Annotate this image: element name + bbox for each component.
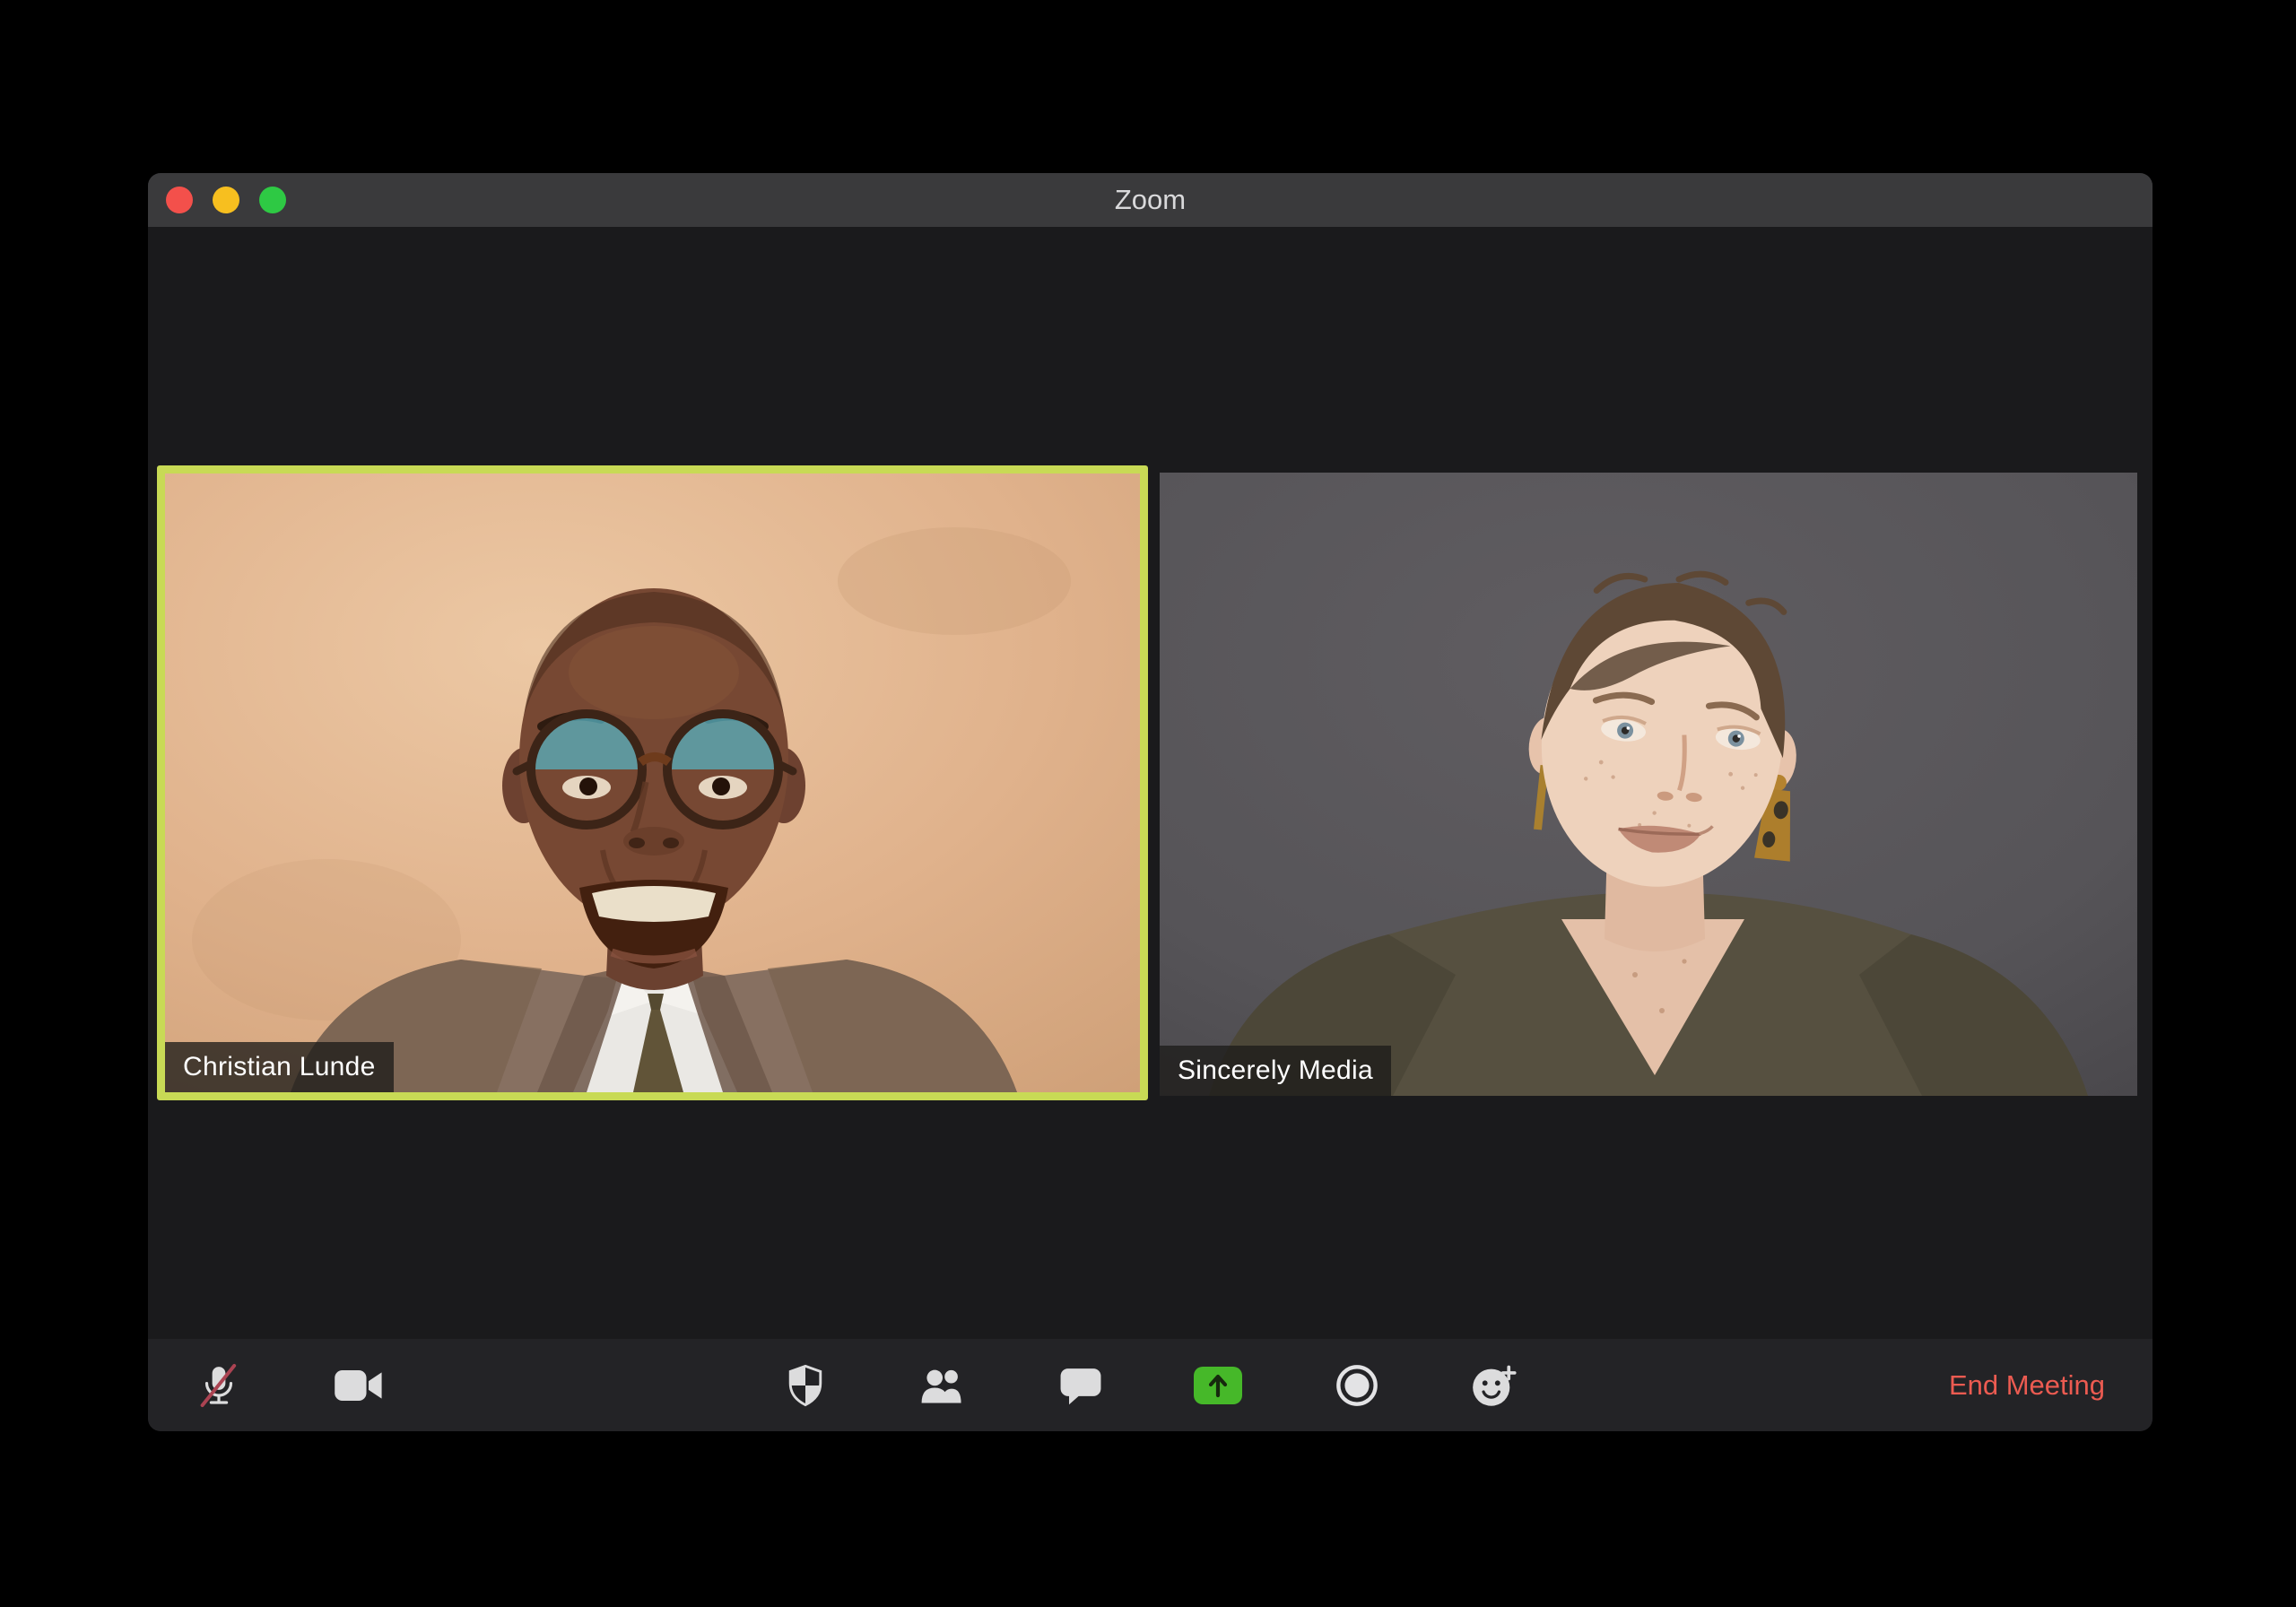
desktop: Zoom Christian Lunde Sincerely Media End… bbox=[0, 0, 2296, 1607]
share-screen-button[interactable] bbox=[1194, 1366, 1242, 1404]
window-title: Zoom bbox=[1114, 184, 1187, 215]
participant-name-label: Sincerely Media bbox=[1160, 1046, 1391, 1096]
zoom-window: Zoom Christian Lunde Sincerely Media End… bbox=[148, 173, 2152, 1431]
video-feed-man-portrait bbox=[165, 473, 1140, 1092]
record-button[interactable] bbox=[1335, 1363, 1379, 1408]
close-window-button[interactable] bbox=[166, 187, 193, 213]
participants-button[interactable] bbox=[919, 1366, 968, 1405]
end-meeting-button[interactable]: End Meeting bbox=[1949, 1369, 2105, 1402]
video-button[interactable] bbox=[334, 1368, 384, 1403]
video-tile-christian-lunde[interactable]: Christian Lunde bbox=[157, 465, 1148, 1100]
smiley-plus-icon bbox=[1473, 1365, 1517, 1406]
video-feed-woman-portrait bbox=[1160, 473, 2137, 1096]
participant-name-label: Christian Lunde bbox=[165, 1042, 394, 1092]
window-titlebar[interactable]: Zoom bbox=[148, 173, 2152, 227]
video-camera-icon bbox=[335, 1369, 382, 1401]
fullscreen-window-button[interactable] bbox=[259, 187, 286, 213]
security-shield-icon bbox=[788, 1364, 822, 1406]
microphone-muted-icon bbox=[200, 1363, 237, 1407]
chat-button[interactable] bbox=[1057, 1364, 1104, 1407]
video-grid: Christian Lunde Sincerely Media bbox=[148, 227, 2152, 1339]
chat-bubble-icon bbox=[1060, 1368, 1101, 1404]
mute-button[interactable] bbox=[195, 1361, 243, 1410]
share-screen-arrow-icon bbox=[1194, 1366, 1242, 1404]
reactions-button[interactable] bbox=[1471, 1364, 1518, 1407]
meeting-toolbar: End Meeting bbox=[148, 1339, 2152, 1431]
security-button[interactable] bbox=[784, 1364, 827, 1407]
record-circle-icon bbox=[1336, 1364, 1378, 1406]
video-tile-sincerely-media[interactable]: Sincerely Media bbox=[1160, 473, 2137, 1096]
participants-icon bbox=[921, 1369, 961, 1403]
minimize-window-button[interactable] bbox=[213, 187, 239, 213]
